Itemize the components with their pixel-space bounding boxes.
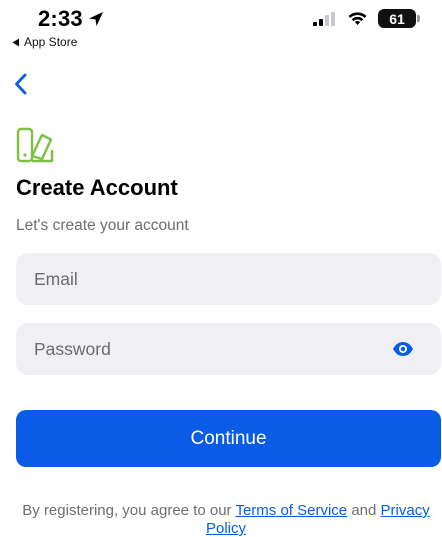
battery-level: 61 [389,10,405,27]
continue-button[interactable]: Continue [16,410,441,467]
back-to-app-link[interactable]: App Store [12,35,77,49]
page-subtitle: Let's create your account [16,217,189,234]
create-account-screen: 2:33 App Store 61 Create Account Let's c… [0,0,442,537]
back-app-label: App Store [24,35,78,49]
email-field-container[interactable] [16,253,441,305]
location-arrow-icon [88,12,103,26]
app-logo-icon [16,127,54,163]
app-logo [16,126,56,169]
status-time: 2:33 [38,6,104,32]
back-button[interactable] [10,70,30,98]
eye-icon [393,342,413,356]
email-input[interactable] [34,268,423,290]
legal-prefix: By registering, you agree to our [22,502,236,519]
password-field-container[interactable] [16,323,441,375]
battery-icon: 61 [378,9,420,28]
back-triangle-icon [12,38,19,46]
signal-icon [313,11,335,26]
legal-middle: and [347,502,381,519]
status-icons: 61 [313,9,420,28]
wifi-icon [348,12,367,25]
page-title: Create Account [16,175,178,200]
password-input[interactable] [34,338,391,360]
legal-text: By registering, you agree to our Terms o… [10,502,442,537]
terms-of-service-link[interactable]: Terms of Service [235,502,347,519]
show-password-toggle[interactable] [391,337,415,361]
chevron-left-icon [14,73,26,95]
status-time-text: 2:33 [38,6,83,31]
